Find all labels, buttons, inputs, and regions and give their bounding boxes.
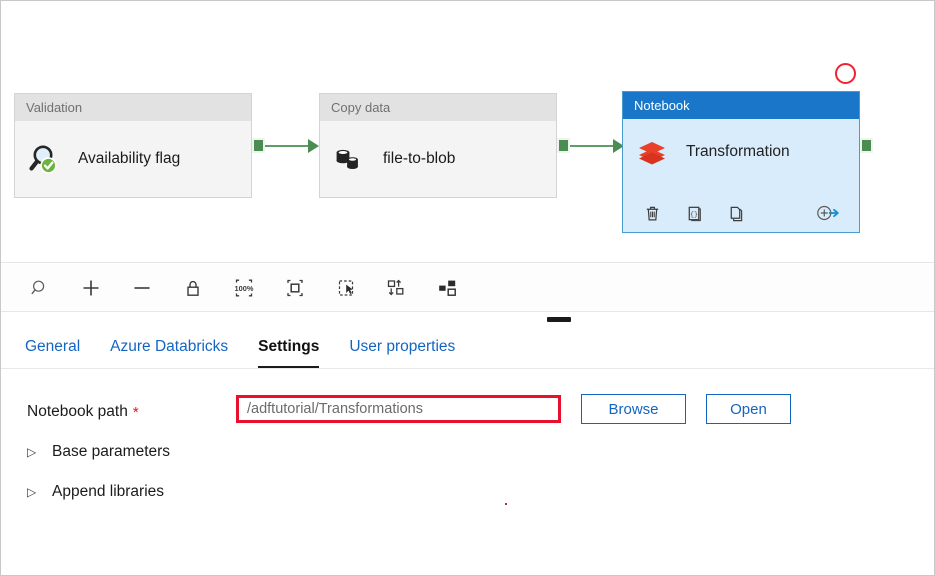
browse-button[interactable]: Browse [581, 394, 686, 424]
accordion-base-parameters[interactable]: ▷ Base parameters [27, 443, 170, 461]
trash-icon[interactable] [637, 200, 667, 226]
node-type-label: Copy data [320, 94, 556, 121]
svg-text:{}: {} [690, 209, 698, 217]
chevron-right-icon: ▷ [27, 445, 37, 459]
accordion-label: Append libraries [52, 483, 165, 500]
databricks-logo-icon [635, 135, 669, 169]
node-name: Availability flag [78, 150, 181, 167]
tab-azure-databricks[interactable]: Azure Databricks [110, 338, 228, 368]
auto-align-icon[interactable] [380, 271, 414, 305]
open-button[interactable]: Open [706, 394, 791, 424]
chevron-right-icon: ▷ [27, 485, 37, 499]
node-type-label: Notebook [623, 92, 859, 119]
tab-user-properties[interactable]: User properties [349, 338, 455, 368]
annotation-circle [835, 63, 856, 84]
auto-layout-icon[interactable] [431, 271, 465, 305]
connector-line [570, 145, 616, 147]
magnifier-check-icon [27, 142, 61, 176]
accordion-label: Base parameters [52, 443, 171, 460]
connector-arrow [308, 139, 319, 153]
activity-node-notebook[interactable]: Notebook Transformation {} [622, 91, 860, 233]
activity-node-copy-data[interactable]: Copy data file-to-blob [319, 93, 557, 198]
settings-panel: Notebook path * Browse Open ▷ Base param… [1, 371, 934, 575]
node-action-bar: {} [623, 198, 859, 228]
tab-general[interactable]: General [25, 338, 80, 368]
pipeline-canvas[interactable]: Validation Availability flag Copy data f… [1, 1, 934, 263]
accordion-append-libraries[interactable]: ▷ Append libraries [27, 483, 164, 501]
required-marker: * [132, 403, 139, 421]
notebook-path-input[interactable] [236, 395, 561, 423]
node-output-connector[interactable] [860, 138, 873, 153]
node-type-label: Validation [15, 94, 251, 121]
activity-node-validation[interactable]: Validation Availability flag [14, 93, 252, 198]
adf-pipeline-editor: Validation Availability flag Copy data f… [0, 0, 935, 576]
plus-icon[interactable] [74, 271, 108, 305]
tab-settings[interactable]: Settings [258, 338, 320, 368]
copy-icon[interactable] [721, 200, 751, 226]
connector-line [265, 145, 311, 147]
properties-tabs: General Azure Databricks Settings User p… [1, 323, 934, 369]
node-output-connector[interactable] [557, 138, 570, 153]
node-name: Transformation [686, 143, 790, 160]
notebook-path-label: Notebook path [27, 403, 128, 420]
panel-resize-grip[interactable] [547, 317, 571, 322]
lock-icon[interactable] [176, 271, 210, 305]
canvas-toolbar: 100% [1, 264, 934, 312]
database-copy-icon [332, 142, 366, 176]
fit-screen-icon[interactable] [278, 271, 312, 305]
add-output-arrow-icon[interactable] [813, 200, 843, 226]
zoom-100-percent-icon[interactable]: 100% [227, 271, 261, 305]
node-output-connector[interactable] [252, 138, 265, 153]
code-braces-icon[interactable]: {} [679, 200, 709, 226]
notebook-path-row: Notebook path * Browse Open [27, 394, 914, 427]
marquee-pointer-icon[interactable] [329, 271, 363, 305]
minus-icon[interactable] [125, 271, 159, 305]
node-name: file-to-blob [383, 150, 456, 167]
zoom-level-label: 100% [235, 284, 254, 293]
magnifier-icon[interactable] [23, 271, 57, 305]
artifact-dot [505, 503, 507, 505]
